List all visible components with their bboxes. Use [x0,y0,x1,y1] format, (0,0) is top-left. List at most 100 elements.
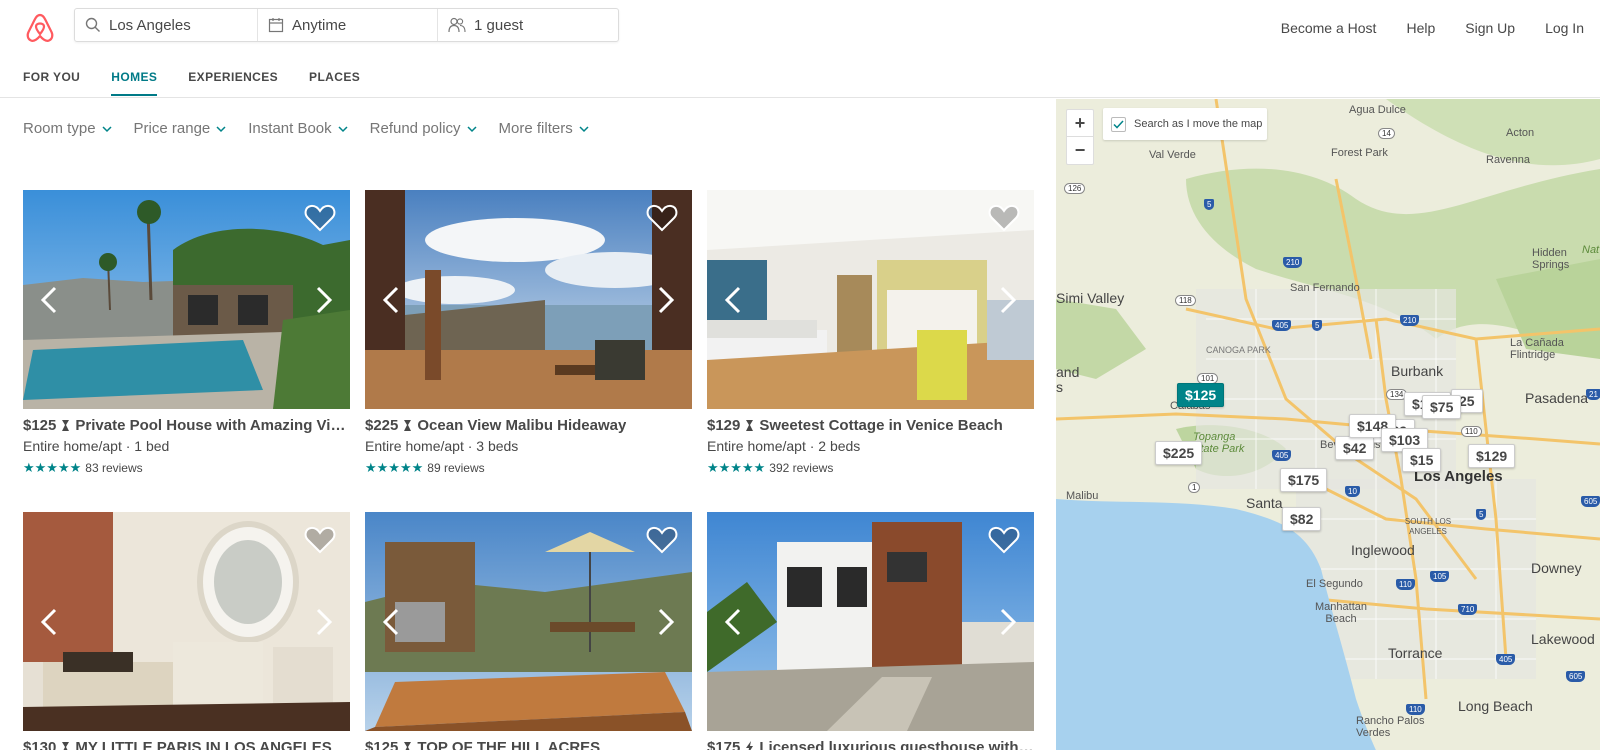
log-in-link[interactable]: Log In [1545,20,1584,36]
favorite-heart-icon[interactable] [988,526,1020,554]
listing-rating: ★★★★★ 89 reviews [365,460,692,476]
superhost-icon [404,420,412,431]
next-photo-arrow-icon[interactable] [998,607,1018,637]
listing-card[interactable]: $125 Private Pool House with Amazing Vie… [23,190,350,476]
zoom-in-button[interactable]: + [1067,110,1093,137]
more-filters-button[interactable]: More filters [499,120,589,137]
filter-label: Room type [23,120,96,137]
tab-for-you[interactable]: FOR YOU [23,70,80,96]
star-rating-icon: ★★★★★ [365,460,424,475]
listing-photo[interactable] [707,190,1034,409]
chevron-down-icon [467,125,477,132]
map-place-label: Santa [1246,495,1283,511]
map-price-pin[interactable]: $42 [1335,436,1375,460]
listing-card[interactable]: $175 Licensed luxurious guesthouse with … [707,512,1034,750]
previous-photo-arrow-icon[interactable] [723,607,743,637]
listing-photo[interactable] [365,512,692,731]
next-photo-arrow-icon[interactable] [314,607,334,637]
listing-title-line: $175 Licensed luxurious guesthouse with … [707,739,1034,750]
guests-icon [448,17,466,33]
instant-book-filter[interactable]: Instant Book [248,120,348,137]
become-host-link[interactable]: Become a Host [1281,20,1377,36]
listing-photo[interactable] [365,190,692,409]
previous-photo-arrow-icon[interactable] [381,285,401,315]
previous-photo-arrow-icon[interactable] [39,607,59,637]
highway-shield-icon: 126 [1064,183,1086,194]
map-place-label: Val Verde [1149,149,1196,161]
listing-title-line: $225 Ocean View Malibu Hideaway [365,417,692,434]
room-type-filter[interactable]: Room type [23,120,112,137]
category-tabs: FOR YOU HOMES EXPERIENCES PLACES [23,70,360,96]
map-price-pin[interactable]: $75 [1422,395,1462,419]
next-photo-arrow-icon[interactable] [656,285,676,315]
guests-value: 1 guest [474,16,524,34]
map-price-pin[interactable]: $225 [1155,441,1203,465]
favorite-heart-icon[interactable] [646,526,678,554]
map-price-pin[interactable]: $129 [1468,444,1516,468]
next-photo-arrow-icon[interactable] [656,607,676,637]
favorite-heart-icon[interactable] [988,204,1020,232]
filter-label: Price range [133,120,211,137]
map-price-pin[interactable]: $82 [1282,507,1322,531]
listing-title: Ocean View Malibu Hideaway [417,417,627,434]
interstate-shield-icon: 21 [1586,389,1600,400]
map-place-label: Rancho Palos Verdes [1356,715,1425,739]
listing-card[interactable]: $225 Ocean View Malibu Hideaway Entire h… [365,190,692,476]
listing-card[interactable]: $125 TOP OF THE HILL ACRES [365,512,692,750]
refund-policy-filter[interactable]: Refund policy [370,120,477,137]
tab-places[interactable]: PLACES [309,70,360,96]
listing-type: Entire home/apt · 1 bed [23,438,170,454]
map-place-label: Pasadena [1525,390,1589,406]
listing-card[interactable]: $130 MY LITTLE PARIS IN LOS ANGELES [23,512,350,750]
guests-field[interactable]: 1 guest [438,9,618,41]
little-paris-photo [23,512,350,731]
map-price-pin-selected[interactable]: $125 [1177,383,1225,407]
hill-acres-photo [365,512,692,731]
airbnb-logo-icon[interactable] [24,12,56,44]
next-photo-arrow-icon[interactable] [314,285,334,315]
favorite-heart-icon[interactable] [304,204,336,232]
search-as-move-toggle[interactable]: Search as I move the map [1103,108,1267,140]
listing-price: $125 [23,417,57,434]
help-link[interactable]: Help [1406,20,1435,36]
malibu-hideaway-photo [365,190,692,409]
location-field[interactable]: Los Angeles [75,9,258,41]
map-panel[interactable]: + − Search as I move the map Agua Dulce … [1056,99,1600,750]
favorite-heart-icon[interactable] [304,526,336,554]
sign-up-link[interactable]: Sign Up [1465,20,1515,36]
listing-rating: ★★★★★ 83 reviews [23,460,350,476]
previous-photo-arrow-icon[interactable] [723,285,743,315]
map-price-pin[interactable]: $15 [1402,448,1442,472]
listing-title-line: $130 MY LITTLE PARIS IN LOS ANGELES [23,739,350,750]
map-place-label: s [1056,379,1063,395]
listing-photo[interactable] [23,190,350,409]
interstate-shield-icon: 210 [1400,315,1420,326]
map-place-label: Forest Park [1331,147,1388,159]
dates-field[interactable]: Anytime [258,9,438,41]
tab-homes[interactable]: HOMES [111,70,158,96]
listing-rating: ★★★★★ 392 reviews [707,460,1034,476]
tab-experiences[interactable]: EXPERIENCES [188,70,278,96]
map-place-label: Agua Dulce [1349,104,1406,116]
listing-photo[interactable] [707,512,1034,731]
chevron-down-icon [216,125,226,132]
star-rating-icon: ★★★★★ [707,460,766,475]
filter-label: Instant Book [248,120,332,137]
next-photo-arrow-icon[interactable] [998,285,1018,315]
listing-type: Entire home/apt · 3 beds [365,438,519,454]
previous-photo-arrow-icon[interactable] [381,607,401,637]
instant-book-icon [746,741,754,750]
checkbox-checked-icon[interactable] [1111,116,1126,132]
calendar-icon [268,18,284,33]
map-price-pin[interactable]: $175 [1280,468,1328,492]
review-count: 89 reviews [427,461,485,475]
zoom-out-button[interactable]: − [1067,137,1093,164]
guesthouse-photo [707,512,1034,731]
price-range-filter[interactable]: Price range [134,120,227,137]
listing-card[interactable]: $129 Sweetest Cottage in Venice Beach En… [707,190,1034,476]
previous-photo-arrow-icon[interactable] [39,285,59,315]
map-place-label: Lakewood [1531,631,1595,647]
listing-photo[interactable] [23,512,350,731]
favorite-heart-icon[interactable] [646,204,678,232]
superhost-icon [62,420,70,431]
